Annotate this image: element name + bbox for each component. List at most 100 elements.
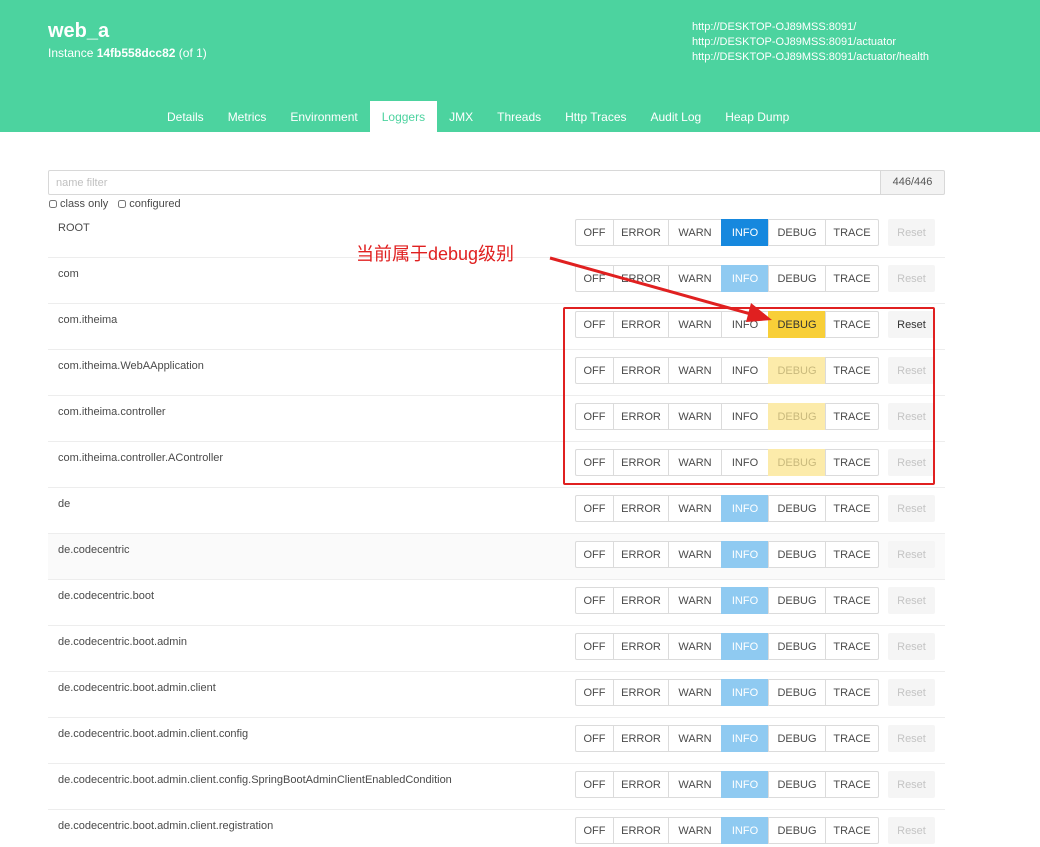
level-info-button[interactable]: INFO	[721, 633, 769, 660]
level-info-button[interactable]: INFO	[721, 219, 769, 246]
level-off-button[interactable]: OFF	[575, 403, 614, 430]
level-trace-button[interactable]: TRACE	[825, 311, 879, 338]
level-off-button[interactable]: OFF	[575, 587, 614, 614]
level-error-button[interactable]: ERROR	[613, 817, 669, 844]
level-off-button[interactable]: OFF	[575, 817, 614, 844]
level-trace-button[interactable]: TRACE	[825, 633, 879, 660]
reset-button[interactable]: Reset	[888, 587, 935, 614]
level-error-button[interactable]: ERROR	[613, 495, 669, 522]
level-debug-button[interactable]: DEBUG	[768, 679, 826, 706]
service-url[interactable]: http://DESKTOP-OJ89MSS:8091/	[692, 20, 929, 35]
level-debug-button[interactable]: DEBUG	[768, 265, 826, 292]
level-info-button[interactable]: INFO	[721, 403, 769, 430]
level-debug-button[interactable]: DEBUG	[768, 449, 826, 476]
level-error-button[interactable]: ERROR	[613, 311, 669, 338]
tab-environment[interactable]: Environment	[278, 101, 369, 132]
level-off-button[interactable]: OFF	[575, 495, 614, 522]
reset-button[interactable]: Reset	[888, 633, 935, 660]
level-off-button[interactable]: OFF	[575, 771, 614, 798]
management-url[interactable]: http://DESKTOP-OJ89MSS:8091/actuator	[692, 35, 929, 50]
tab-heap-dump[interactable]: Heap Dump	[713, 101, 801, 132]
reset-button[interactable]: Reset	[888, 817, 935, 844]
level-error-button[interactable]: ERROR	[613, 219, 669, 246]
level-debug-button[interactable]: DEBUG	[768, 725, 826, 752]
configured-option[interactable]: configured	[118, 198, 181, 210]
tab-jmx[interactable]: JMX	[437, 101, 485, 132]
level-warn-button[interactable]: WARN	[668, 771, 722, 798]
level-warn-button[interactable]: WARN	[668, 633, 722, 660]
level-warn-button[interactable]: WARN	[668, 817, 722, 844]
level-trace-button[interactable]: TRACE	[825, 725, 879, 752]
level-warn-button[interactable]: WARN	[668, 265, 722, 292]
level-trace-button[interactable]: TRACE	[825, 679, 879, 706]
level-error-button[interactable]: ERROR	[613, 679, 669, 706]
level-error-button[interactable]: ERROR	[613, 265, 669, 292]
level-trace-button[interactable]: TRACE	[825, 817, 879, 844]
level-info-button[interactable]: INFO	[721, 495, 769, 522]
reset-button[interactable]: Reset	[888, 403, 935, 430]
level-warn-button[interactable]: WARN	[668, 311, 722, 338]
level-error-button[interactable]: ERROR	[613, 541, 669, 568]
level-warn-button[interactable]: WARN	[668, 679, 722, 706]
reset-button[interactable]: Reset	[888, 357, 935, 384]
level-trace-button[interactable]: TRACE	[825, 771, 879, 798]
level-info-button[interactable]: INFO	[721, 587, 769, 614]
health-url[interactable]: http://DESKTOP-OJ89MSS:8091/actuator/hea…	[692, 50, 929, 65]
tab-loggers[interactable]: Loggers	[369, 101, 438, 132]
level-debug-button[interactable]: DEBUG	[768, 219, 826, 246]
level-trace-button[interactable]: TRACE	[825, 541, 879, 568]
tab-details[interactable]: Details	[155, 101, 216, 132]
level-info-button[interactable]: INFO	[721, 679, 769, 706]
reset-button[interactable]: Reset	[888, 771, 935, 798]
reset-button[interactable]: Reset	[888, 679, 935, 706]
level-debug-button[interactable]: DEBUG	[768, 771, 826, 798]
configured-checkbox[interactable]	[118, 200, 127, 208]
level-off-button[interactable]: OFF	[575, 541, 614, 568]
level-error-button[interactable]: ERROR	[613, 633, 669, 660]
level-error-button[interactable]: ERROR	[613, 449, 669, 476]
level-debug-button[interactable]: DEBUG	[768, 495, 826, 522]
level-warn-button[interactable]: WARN	[668, 403, 722, 430]
level-info-button[interactable]: INFO	[721, 357, 769, 384]
level-off-button[interactable]: OFF	[575, 219, 614, 246]
level-trace-button[interactable]: TRACE	[825, 495, 879, 522]
level-off-button[interactable]: OFF	[575, 449, 614, 476]
level-error-button[interactable]: ERROR	[613, 771, 669, 798]
level-debug-button[interactable]: DEBUG	[768, 817, 826, 844]
level-trace-button[interactable]: TRACE	[825, 265, 879, 292]
level-off-button[interactable]: OFF	[575, 633, 614, 660]
level-info-button[interactable]: INFO	[721, 771, 769, 798]
reset-button[interactable]: Reset	[888, 541, 935, 568]
tab-metrics[interactable]: Metrics	[216, 101, 279, 132]
reset-button[interactable]: Reset	[888, 495, 935, 522]
level-warn-button[interactable]: WARN	[668, 725, 722, 752]
reset-button[interactable]: Reset	[888, 219, 935, 246]
level-debug-button[interactable]: DEBUG	[768, 357, 826, 384]
reset-button[interactable]: Reset	[888, 725, 935, 752]
level-info-button[interactable]: INFO	[721, 265, 769, 292]
level-error-button[interactable]: ERROR	[613, 403, 669, 430]
level-warn-button[interactable]: WARN	[668, 541, 722, 568]
level-info-button[interactable]: INFO	[721, 725, 769, 752]
level-off-button[interactable]: OFF	[575, 311, 614, 338]
tab-http-traces[interactable]: Http Traces	[553, 101, 638, 132]
level-warn-button[interactable]: WARN	[668, 587, 722, 614]
name-filter-input[interactable]	[48, 170, 881, 195]
level-info-button[interactable]: INFO	[721, 817, 769, 844]
level-off-button[interactable]: OFF	[575, 725, 614, 752]
level-trace-button[interactable]: TRACE	[825, 403, 879, 430]
level-off-button[interactable]: OFF	[575, 679, 614, 706]
level-debug-button[interactable]: DEBUG	[768, 311, 826, 338]
level-info-button[interactable]: INFO	[721, 311, 769, 338]
level-off-button[interactable]: OFF	[575, 265, 614, 292]
level-debug-button[interactable]: DEBUG	[768, 633, 826, 660]
level-info-button[interactable]: INFO	[721, 449, 769, 476]
level-info-button[interactable]: INFO	[721, 541, 769, 568]
reset-button[interactable]: Reset	[888, 311, 935, 338]
level-debug-button[interactable]: DEBUG	[768, 587, 826, 614]
level-trace-button[interactable]: TRACE	[825, 219, 879, 246]
level-warn-button[interactable]: WARN	[668, 357, 722, 384]
level-trace-button[interactable]: TRACE	[825, 357, 879, 384]
tab-audit-log[interactable]: Audit Log	[639, 101, 714, 132]
level-trace-button[interactable]: TRACE	[825, 587, 879, 614]
